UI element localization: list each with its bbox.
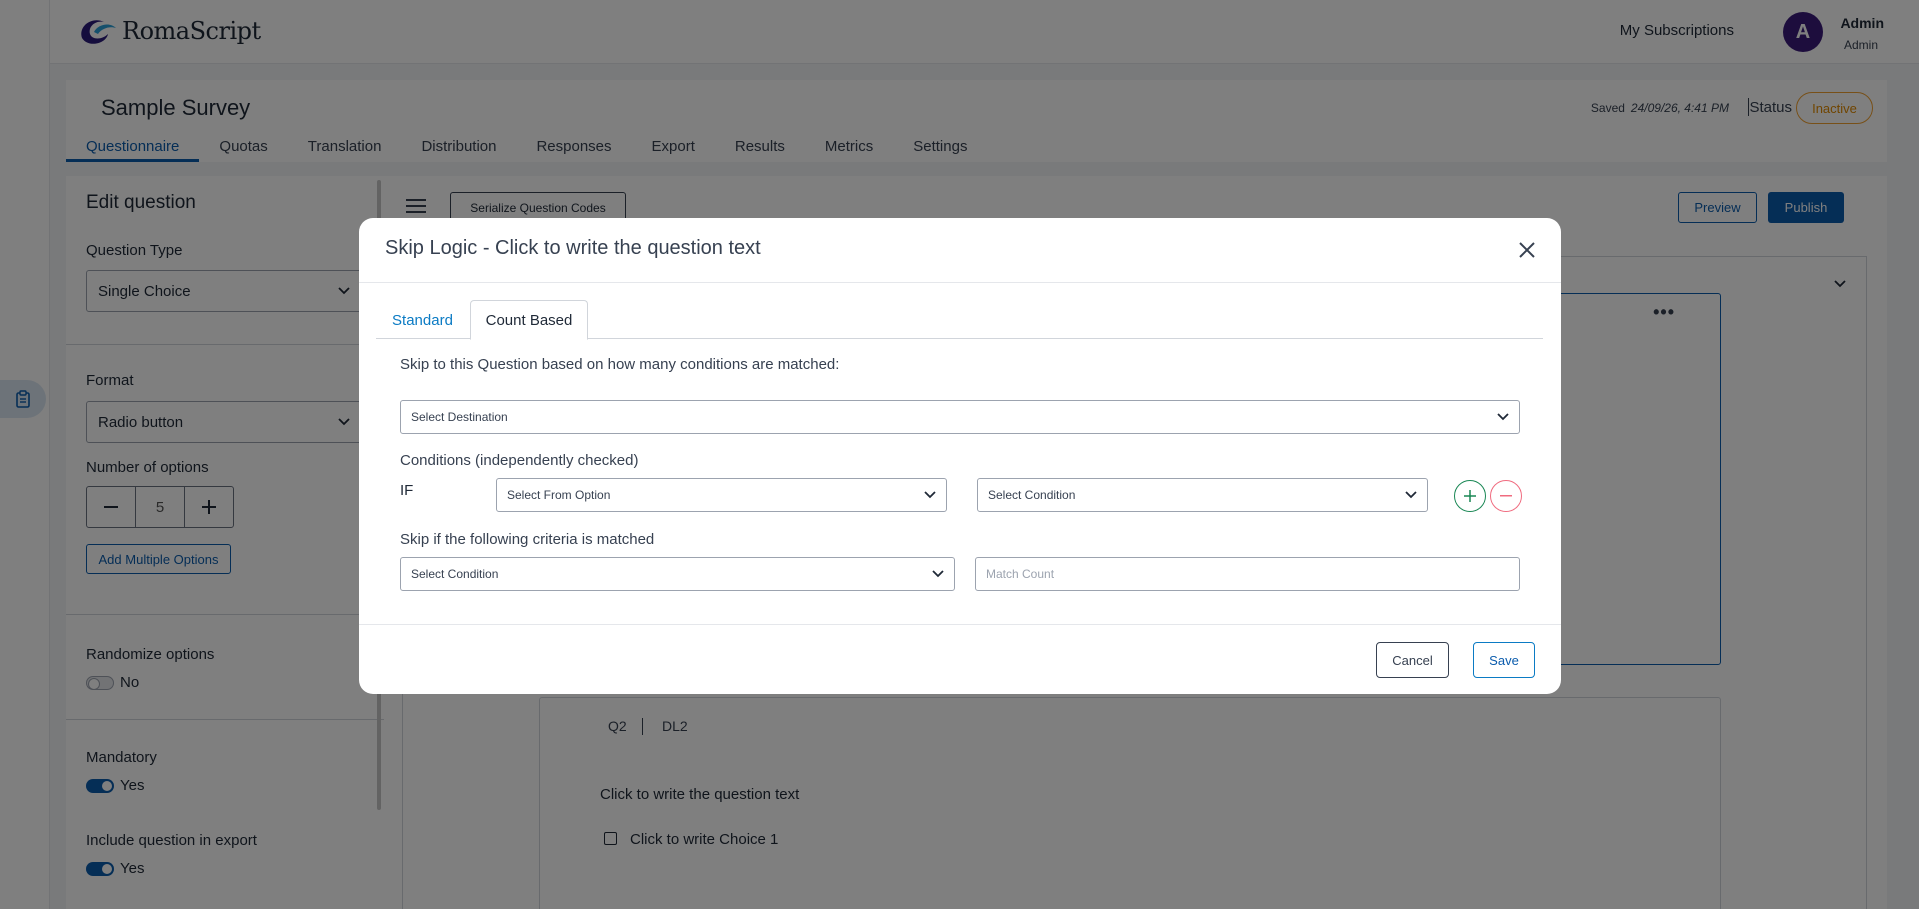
match-count-input[interactable]: Match Count [975, 557, 1520, 591]
remove-condition-button[interactable] [1490, 480, 1522, 512]
destination-placeholder: Select Destination [411, 410, 508, 424]
tab-standard[interactable]: Standard [376, 300, 469, 340]
close-button[interactable] [1515, 238, 1539, 262]
tab-count-based[interactable]: Count Based [470, 300, 588, 340]
chevron-down-icon [932, 570, 944, 578]
destination-select[interactable]: Select Destination [400, 400, 1520, 434]
close-icon [1519, 242, 1535, 258]
criteria-condition-select[interactable]: Select Condition [400, 557, 955, 591]
from-option-select[interactable]: Select From Option [496, 478, 947, 512]
condition-placeholder: Select Condition [988, 488, 1076, 502]
chevron-down-icon [1497, 413, 1509, 421]
criteria-label: Skip if the following criteria is matche… [400, 531, 655, 548]
if-label: IF [400, 482, 414, 499]
dialog-footer-divider [359, 624, 1561, 625]
condition-select[interactable]: Select Condition [977, 478, 1428, 512]
plus-icon [1464, 490, 1476, 502]
conditions-label: Conditions (independently checked) [400, 452, 639, 469]
criteria-condition-placeholder: Select Condition [411, 567, 499, 581]
skip-logic-dialog: Skip Logic - Click to write the question… [359, 218, 1561, 694]
intro-text: Skip to this Question based on how many … [400, 356, 840, 373]
from-option-placeholder: Select From Option [507, 488, 611, 502]
add-condition-button[interactable] [1454, 480, 1486, 512]
match-count-placeholder: Match Count [986, 567, 1055, 581]
minus-icon [1500, 495, 1512, 497]
dialog-title: Skip Logic - Click to write the question… [385, 237, 761, 259]
dialog-header-divider [359, 282, 1561, 283]
chevron-down-icon [924, 491, 936, 499]
save-button[interactable]: Save [1473, 642, 1535, 678]
cancel-button[interactable]: Cancel [1376, 642, 1449, 678]
chevron-down-icon [1405, 491, 1417, 499]
